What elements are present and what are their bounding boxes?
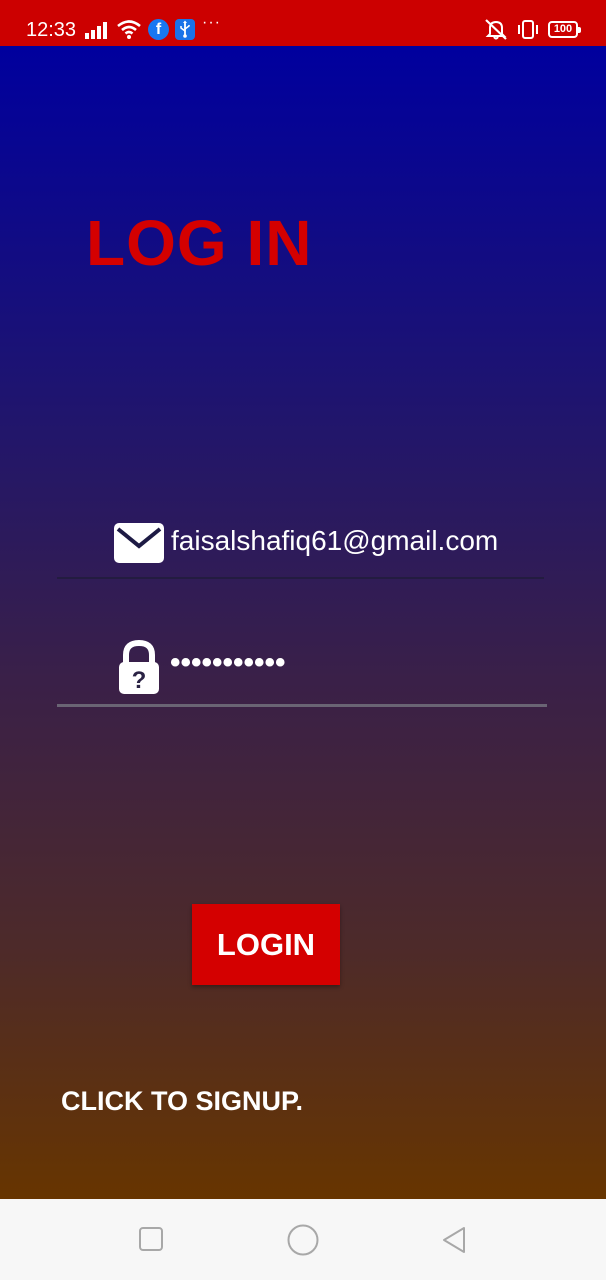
password-field[interactable]: ? •••••••••••: [57, 636, 547, 707]
status-bar: 12:33 f ··· 100: [0, 0, 606, 46]
usb-icon: [175, 19, 195, 40]
vibrate-icon: [518, 20, 538, 39]
home-icon[interactable]: [286, 1223, 320, 1257]
mail-icon: [114, 523, 164, 563]
lock-icon: ?: [119, 640, 159, 694]
navigation-bar: [0, 1199, 606, 1280]
battery-icon: 100: [548, 21, 581, 38]
password-value[interactable]: •••••••••••: [170, 646, 286, 680]
facebook-icon: f: [148, 19, 169, 40]
back-icon[interactable]: [440, 1225, 468, 1255]
login-screen: LOG IN faisalshafiq61@gmail.com ? ••••••…: [0, 46, 606, 1199]
mute-icon: [485, 19, 507, 40]
email-field[interactable]: faisalshafiq61@gmail.com: [57, 512, 544, 579]
signal-icon: [85, 22, 107, 39]
signup-link[interactable]: CLICK TO SIGNUP.: [61, 1086, 303, 1117]
login-button[interactable]: LOGIN: [192, 904, 340, 985]
status-time: 12:33: [26, 19, 77, 41]
phone-screen: 12:33 f ··· 100 LOG IN faisalshafiq61@gm…: [0, 0, 606, 1280]
svg-text:?: ?: [132, 667, 147, 694]
page-title: LOG IN: [86, 207, 313, 279]
recents-icon[interactable]: [138, 1226, 164, 1252]
wifi-icon: [117, 20, 141, 39]
more-icon: ···: [202, 14, 221, 31]
email-value[interactable]: faisalshafiq61@gmail.com: [171, 525, 498, 557]
